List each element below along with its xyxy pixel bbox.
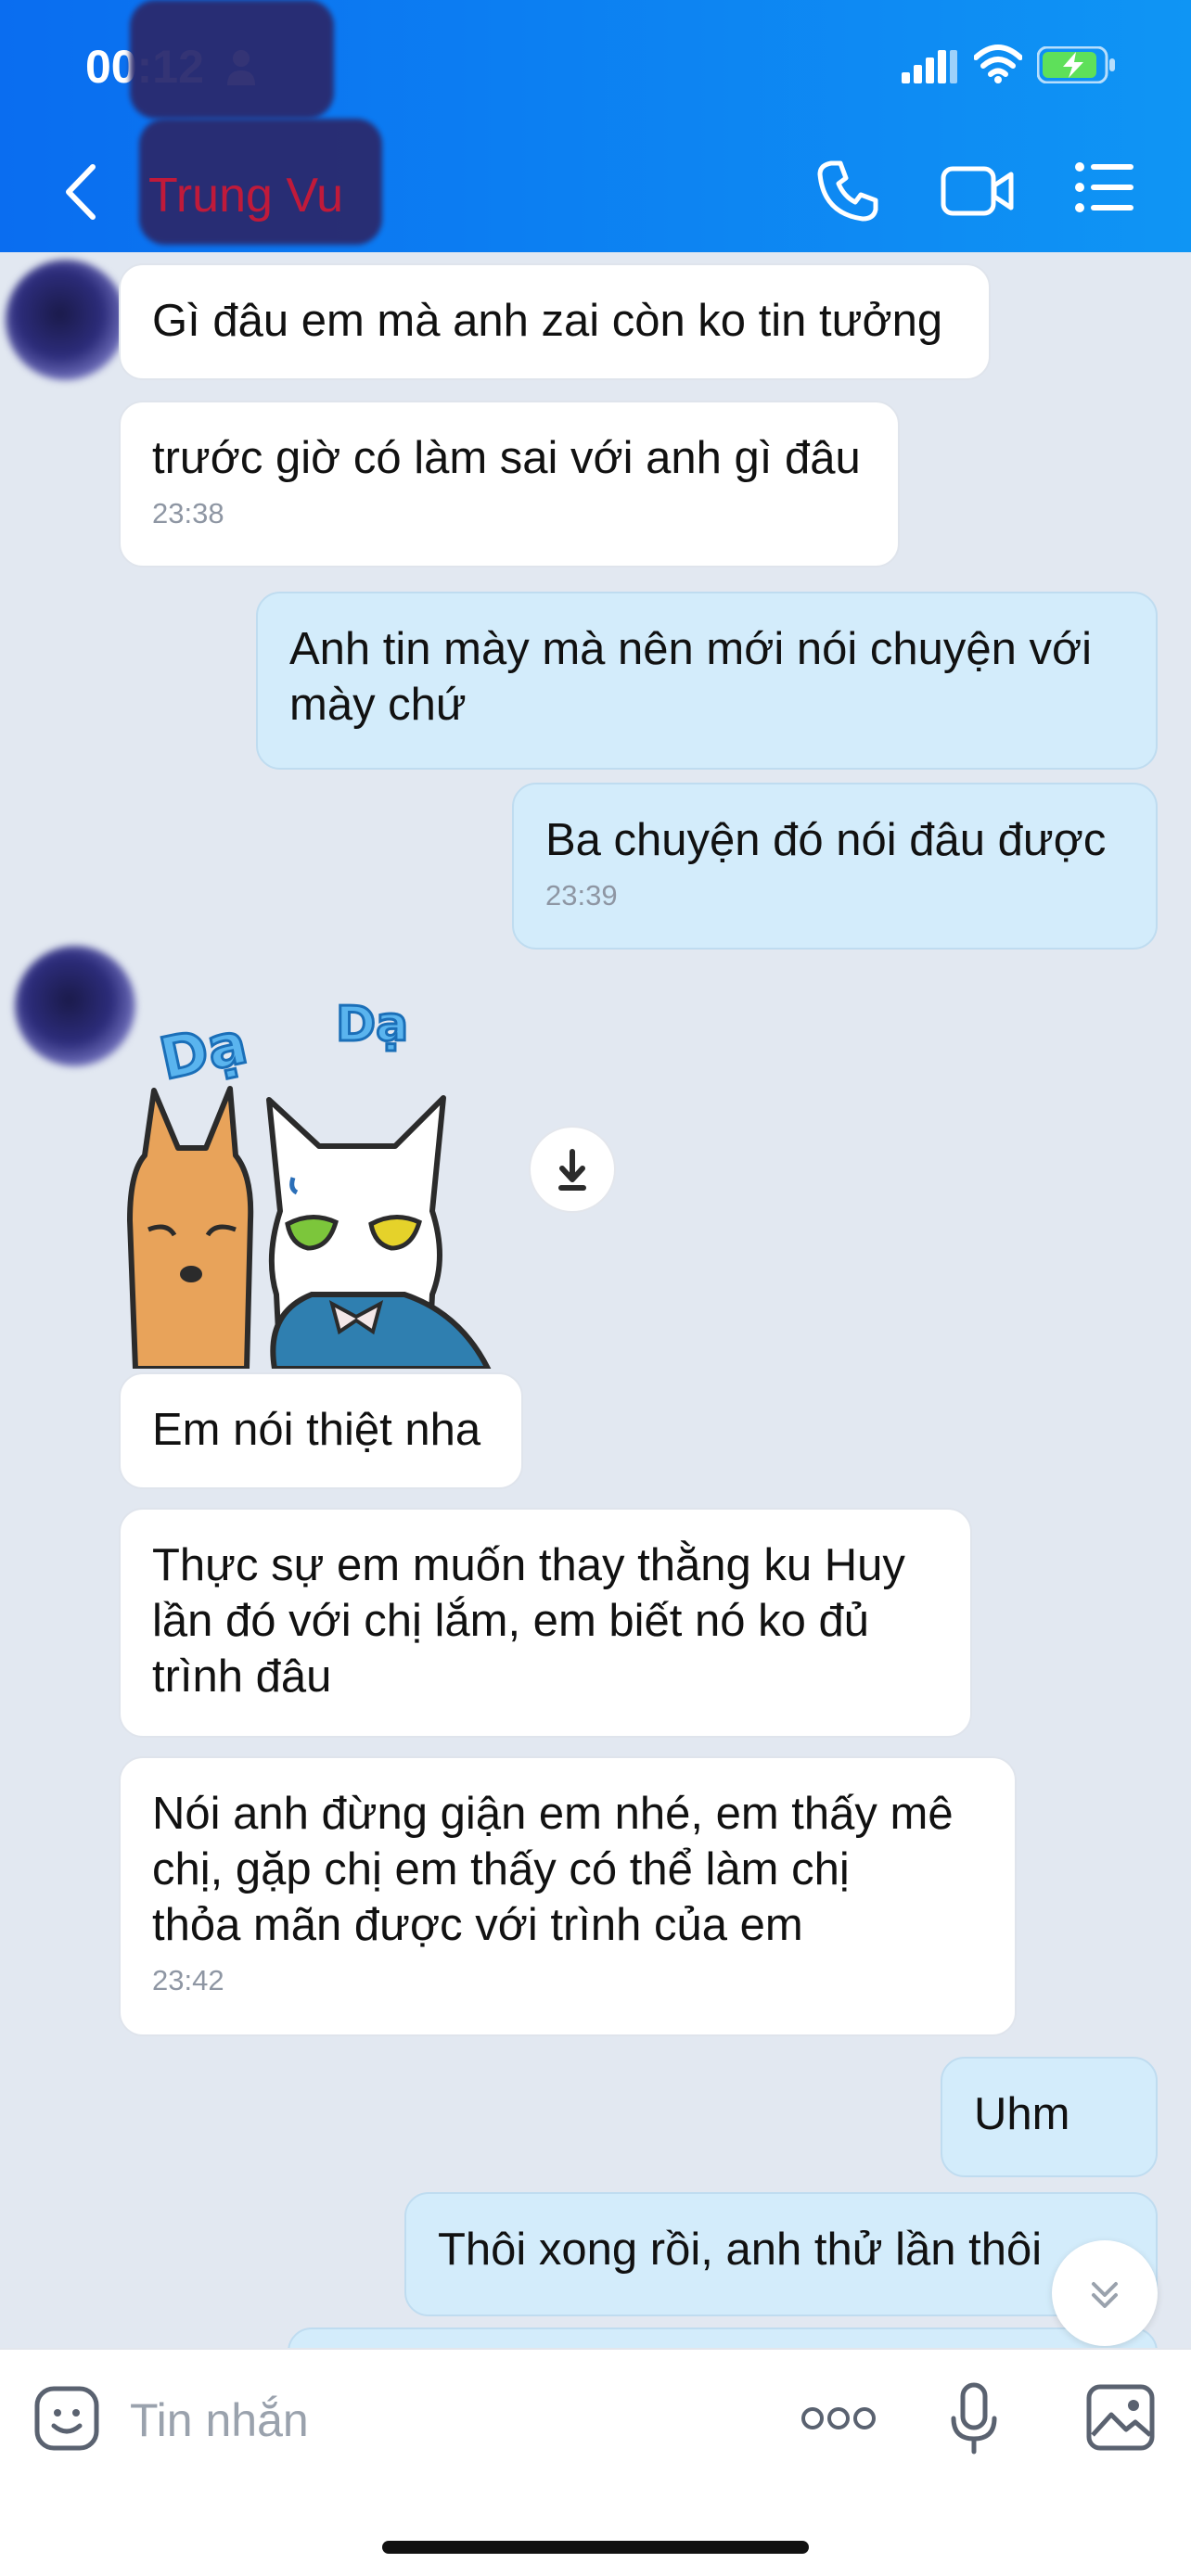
message-bubble[interactable]: Thôi xong rồi, anh thử lần thôi [404, 2192, 1158, 2316]
download-button[interactable] [529, 1126, 616, 1213]
back-chevron-icon[interactable] [58, 161, 104, 223]
wifi-icon [974, 45, 1022, 83]
microphone-icon[interactable] [950, 2381, 998, 2455]
message-text: Em nói thiệt nha [152, 1405, 481, 1455]
contact-name[interactable]: Trung Vu [148, 163, 343, 228]
video-call-icon[interactable] [941, 159, 1015, 221]
message-bubble[interactable]: Uhm [941, 2057, 1158, 2177]
message-bubble[interactable]: Gì đâu em mà anh zai còn ko tin tưởng [119, 263, 991, 380]
more-dots-icon[interactable] [800, 2402, 877, 2435]
message-text: Gì đâu em mà anh zai còn ko tin tưởng [152, 296, 943, 346]
message-bubble[interactable]: Thực sự em muốn thay thằng ku Huy lần đó… [119, 1508, 972, 1738]
message-bubble[interactable]: Anh tin mày mà nên mới nói chuyện với mà… [256, 592, 1158, 770]
message-bubble[interactable] [288, 2327, 1158, 2348]
message-timestamp: 23:38 [152, 497, 224, 529]
message-text: Ba chuyện đó nói đâu được [545, 815, 1107, 865]
message-timestamp: 23:42 [152, 1964, 224, 1996]
emoji-icon[interactable] [33, 2385, 100, 2452]
sticker-image[interactable]: Dạ Dạ [117, 979, 525, 1369]
image-icon[interactable] [1085, 2383, 1156, 2452]
message-bubble[interactable]: Nói anh đừng giận em nhé, em thấy mê chị… [119, 1756, 1017, 2036]
message-text: Thực sự em muốn thay thằng ku Huy lần đó… [152, 1540, 905, 1702]
message-text: Thôi xong rồi, anh thử lần thôi [438, 2225, 1043, 2275]
chevron-double-down-icon [1092, 2282, 1118, 2308]
message-text: trước giờ có làm sai với anh gì đâu [152, 433, 861, 483]
message-input[interactable] [130, 2383, 761, 2457]
message-text: Uhm [974, 2089, 1070, 2139]
battery-charging-icon [1037, 46, 1115, 83]
list-menu-icon[interactable] [1074, 159, 1135, 215]
home-indicator [382, 2541, 809, 2554]
composer-bar [0, 2348, 1191, 2576]
svg-text:Dạ: Dạ [154, 1009, 252, 1093]
message-bubble[interactable]: Em nói thiệt nha [119, 1372, 523, 1489]
sticker-label-right: Dạ [335, 996, 410, 1054]
message-bubble[interactable]: trước giờ có làm sai với anh gì đâu 23:3… [119, 401, 900, 567]
scroll-to-bottom-button[interactable] [1052, 2240, 1158, 2346]
signal-icon [902, 50, 957, 83]
chat-header: 00:12 Trung Vu [0, 0, 1191, 252]
message-bubble[interactable]: Ba chuyện đó nói đâu được 23:39 [512, 783, 1158, 950]
download-icon [558, 1149, 586, 1191]
message-text: Anh tin mày mà nên mới nói chuyện với mà… [289, 624, 1092, 730]
sticker-label-left: Dạ [152, 1007, 253, 1094]
svg-text:Dạ: Dạ [336, 997, 408, 1052]
avatar[interactable] [6, 260, 126, 380]
phone-icon[interactable] [816, 159, 879, 223]
message-list[interactable]: Gì đâu em mà anh zai còn ko tin tưởng tr… [0, 252, 1191, 2348]
message-timestamp: 23:39 [545, 879, 618, 912]
message-text: Nói anh đừng giận em nhé, em thấy mê chị… [152, 1789, 954, 1950]
redaction-mark [130, 0, 334, 119]
